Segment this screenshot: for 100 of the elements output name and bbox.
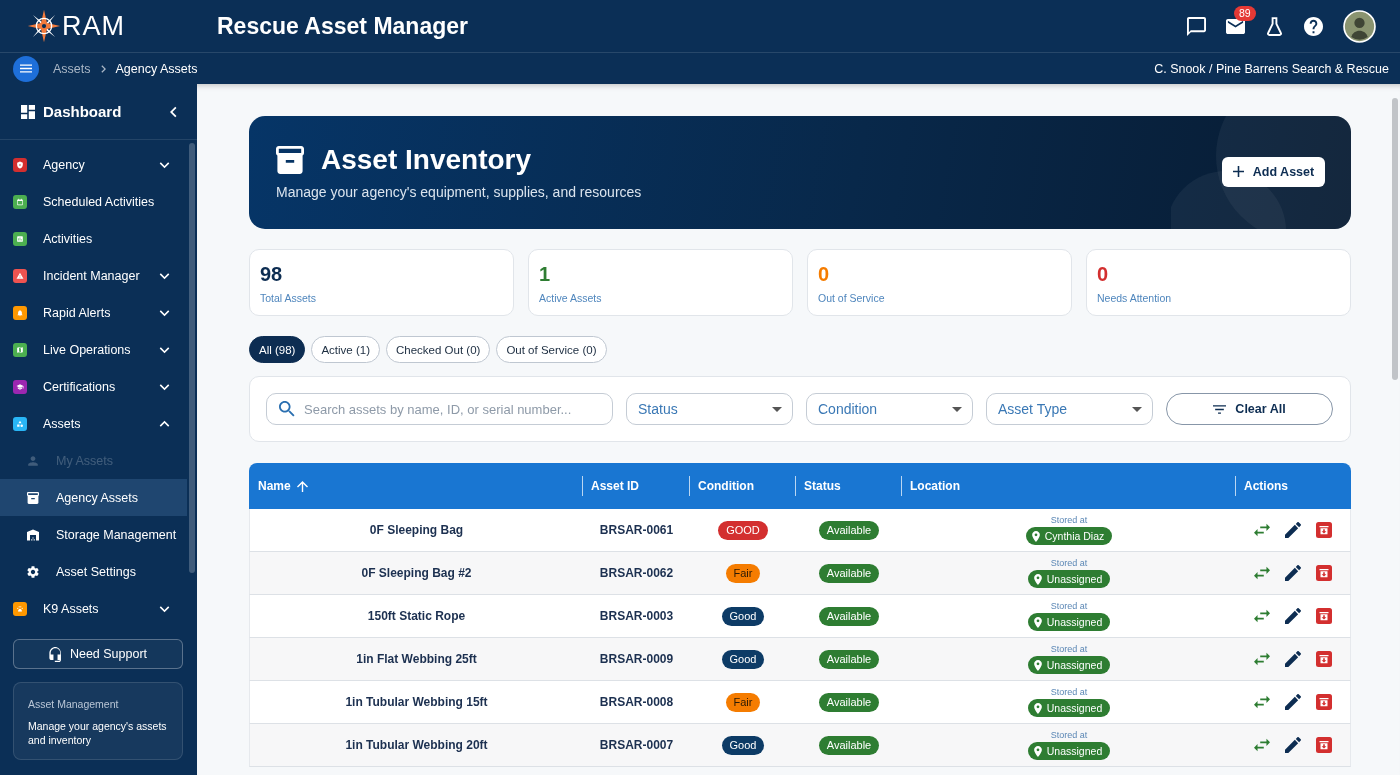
sidebar-item[interactable]: Incident Manager	[0, 257, 187, 294]
condition-badge: Good	[721, 649, 765, 669]
archive-icon[interactable]	[1316, 694, 1332, 710]
table-row[interactable]: 0F Sleeping Bag #2 BRSAR-0062 Fair Available Stored at Unassigned	[249, 552, 1351, 595]
scrollbar[interactable]	[189, 143, 195, 573]
column-header[interactable]: Name	[258, 479, 291, 493]
swap-arrows-icon[interactable]	[1254, 737, 1270, 753]
column-header: Status	[804, 479, 841, 493]
sidebar-subitem[interactable]: Agency Assets	[0, 479, 187, 516]
scrollbar[interactable]	[1392, 98, 1398, 380]
pencil-icon[interactable]	[1285, 651, 1301, 667]
filter-tab[interactable]: Checked Out (0)	[386, 336, 491, 363]
dropdown-field[interactable]: Condition	[806, 393, 973, 425]
sidebar-subitem[interactable]: Asset Settings	[0, 553, 187, 590]
notification-badge: 89	[1234, 5, 1256, 21]
sidebar-item[interactable]: Rapid Alerts	[0, 294, 187, 331]
swap-arrows-icon[interactable]	[1254, 522, 1270, 538]
sidebar-item[interactable]: Certifications	[0, 368, 187, 405]
swap-arrows-icon[interactable]	[1254, 651, 1270, 667]
person-icon	[27, 454, 39, 467]
archive-icon[interactable]	[1316, 565, 1332, 581]
compass-logo-icon	[27, 9, 61, 43]
swap-arrows-icon[interactable]	[1254, 565, 1270, 581]
logo-text: RAM	[62, 12, 125, 40]
table-row[interactable]: 1in Flat Webbing 25ft BRSAR-0009 Good Available Stored at Unassigned	[249, 638, 1351, 681]
table-row[interactable]: 150ft Static Rope BRSAR-0003 Good Available Stored at Unassigned	[249, 595, 1351, 638]
caret-icon	[1132, 406, 1142, 412]
avatar[interactable]	[1343, 9, 1376, 43]
stat-value: 98	[260, 262, 283, 286]
pencil-icon[interactable]	[1285, 565, 1301, 581]
clear-all-button[interactable]: Clear All	[1166, 393, 1333, 425]
archive-box-icon	[27, 491, 39, 504]
stat-label: Total Assets	[260, 292, 317, 304]
pencil-icon[interactable]	[1285, 737, 1301, 753]
flask-icon[interactable]	[1265, 16, 1284, 36]
dropdown-field[interactable]: Status	[626, 393, 793, 425]
swap-arrows-icon[interactable]	[1254, 694, 1270, 710]
location-name: Unassigned	[1046, 702, 1103, 714]
chevron-right-icon	[100, 64, 106, 73]
condition-badge: Good	[721, 735, 765, 755]
column-header: Asset ID	[591, 479, 640, 493]
need-support-button[interactable]: Need Support	[13, 639, 183, 669]
status-badge: Available	[818, 606, 880, 626]
table-cell: 0F Sleeping Bag	[369, 523, 464, 537]
help-icon[interactable]	[1304, 16, 1323, 36]
dropdown-field[interactable]: Asset Type	[986, 393, 1153, 425]
filter-tab[interactable]: All (98)	[249, 336, 306, 363]
arrow-up-icon[interactable]	[296, 480, 308, 492]
pencil-icon[interactable]	[1285, 694, 1301, 710]
pencil-icon[interactable]	[1285, 608, 1301, 624]
stored-at-label: Stored at	[1050, 644, 1088, 655]
status-badge: Available	[818, 649, 880, 669]
filter-icon	[1213, 404, 1227, 414]
search-field[interactable]: Search assets by name, ID, or serial number...	[266, 393, 613, 425]
table-cell: BRSAR-0009	[599, 652, 674, 666]
sidebar-item[interactable]: K9 Assets	[0, 590, 187, 627]
location-pin-icon	[1033, 616, 1042, 628]
filter-tab[interactable]: Out of Service (0)	[496, 336, 607, 363]
add-asset-button[interactable]: Add Asset	[1222, 156, 1325, 187]
breadcrumb-link[interactable]: Assets	[53, 61, 91, 76]
condition-badge: Good	[721, 606, 765, 626]
location-name: Unassigned	[1046, 745, 1103, 757]
location-pin-icon	[1033, 702, 1042, 714]
stored-at-label: Stored at	[1050, 601, 1088, 612]
column-header: Location	[910, 479, 960, 493]
gear-icon	[27, 565, 39, 578]
table-cell: 1in Tubular Webbing 20ft	[345, 738, 488, 752]
location-pin-icon	[1031, 530, 1040, 542]
status-badge: Available	[818, 692, 880, 712]
swap-arrows-icon[interactable]	[1254, 608, 1270, 624]
sidebar-item[interactable]: Assets	[0, 405, 187, 442]
pencil-icon[interactable]	[1285, 522, 1301, 538]
mail-icon[interactable]	[1226, 16, 1245, 36]
condition-badge: GOOD	[718, 520, 768, 540]
stored-at-label: Stored at	[1050, 515, 1088, 526]
sidebar-subitem[interactable]: Storage Management	[0, 516, 187, 553]
archive-icon[interactable]	[1316, 651, 1332, 667]
sidebar-item[interactable]: Agency	[0, 146, 187, 183]
sidebar-item[interactable]: Scheduled Activities	[0, 183, 187, 220]
table-row[interactable]: 1in Tubular Webbing 15ft BRSAR-0008 Fair Available Stored at Unassigned	[249, 681, 1351, 724]
archive-icon[interactable]	[1316, 608, 1332, 624]
sidebar-item[interactable]: Activities	[0, 220, 187, 257]
table-row[interactable]: 0F Sleeping Bag BRSAR-0061 GOOD Available Stored at Cynthia Diaz	[249, 509, 1351, 552]
menu-button[interactable]	[13, 55, 39, 82]
condition-badge: Fair	[725, 692, 761, 712]
stat-label: Needs Attention	[1097, 292, 1172, 304]
archive-icon[interactable]	[1316, 522, 1332, 538]
menu-icon	[20, 64, 32, 73]
archive-icon[interactable]	[1316, 737, 1332, 753]
dashboard-link[interactable]: Dashboard	[21, 103, 122, 120]
chat-icon[interactable]	[1187, 16, 1206, 36]
filter-tab[interactable]: Active (1)	[311, 336, 380, 363]
chevron-left-icon[interactable]	[170, 105, 177, 118]
table-row[interactable]: 1in Tubular Webbing 20ft BRSAR-0007 Good Available Stored at Unassigned	[249, 724, 1351, 767]
status-badge: Available	[818, 735, 880, 755]
sidebar-item[interactable]: Live Operations	[0, 331, 187, 368]
location-name: Unassigned	[1046, 616, 1103, 628]
info-title: Asset Management	[28, 698, 119, 710]
column-header: Condition	[698, 479, 754, 493]
dashboard-grid-icon	[21, 104, 35, 119]
